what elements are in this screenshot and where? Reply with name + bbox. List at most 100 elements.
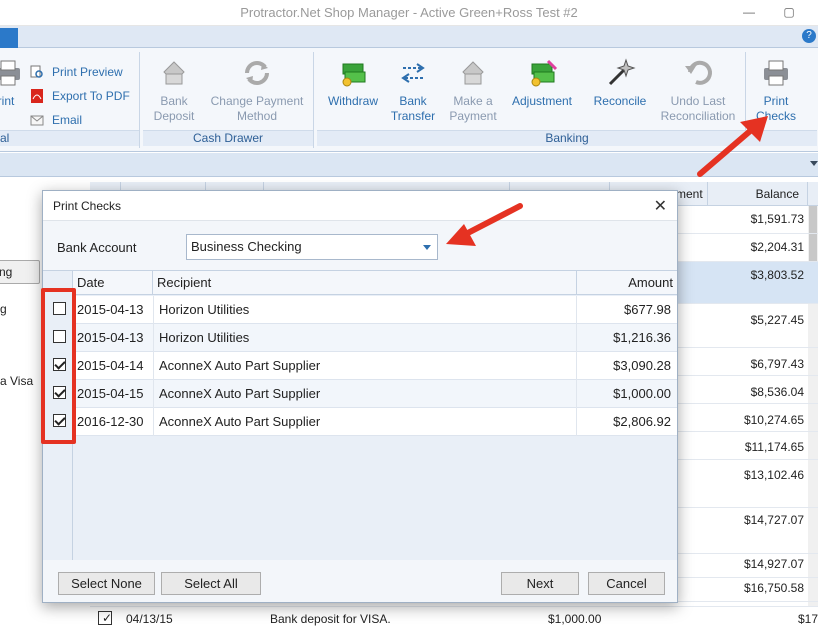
annotation-arrow-bank-account — [446, 203, 523, 246]
check-amount: $3,090.28 — [613, 358, 671, 373]
bank-deposit-label-1: Bank — [160, 94, 188, 108]
check-date: 2016-12-30 — [77, 414, 144, 429]
print-button[interactable]: rint — [0, 58, 20, 109]
bank-account-value: Business Checking — [191, 239, 302, 254]
make-payment-button[interactable]: Make a Payment — [445, 58, 501, 124]
left-pane-text-2: a Visa — [0, 374, 34, 388]
help-icon[interactable]: ? — [802, 29, 816, 43]
balance-cell: $16,750.58 — [743, 581, 804, 595]
printer-icon — [760, 58, 792, 88]
withdraw-button[interactable]: Withdraw — [323, 58, 383, 109]
print-preview-button[interactable]: Print Preview — [30, 62, 123, 82]
print-preview-label: Print Preview — [52, 65, 123, 79]
next-button[interactable]: Next — [501, 572, 579, 595]
row-date: 04/13/15 — [126, 612, 173, 626]
check-amount: $677.98 — [624, 302, 671, 317]
transfer-arrows-icon — [397, 58, 429, 88]
check-row[interactable]: 2015-04-14 AconneX Auto Part Supplier $3… — [73, 352, 677, 380]
checkmark-icon: ✓ — [102, 611, 113, 625]
balance-cell: $13,102.46 — [743, 468, 804, 482]
ribbon-group-label-general: al — [0, 130, 139, 146]
balance-cell: $2,204.31 — [750, 240, 804, 254]
minimize-icon[interactable]: — — [738, 3, 760, 21]
close-icon[interactable]: ✕ — [654, 196, 667, 216]
bank-account-label: Bank Account — [57, 240, 137, 255]
check-date: 2015-04-15 — [77, 386, 144, 401]
checks-grid-header: Date Recipient Amount — [73, 271, 677, 295]
check-date: 2015-04-14 — [77, 358, 144, 373]
column-header-date[interactable]: Date — [73, 271, 153, 295]
change-payment-method-button[interactable]: Change Payment Method — [207, 58, 307, 124]
check-recipient: AconneX Auto Part Supplier — [159, 386, 321, 401]
bank-account-select[interactable]: Business Checking — [186, 234, 438, 260]
check-row[interactable]: 2015-04-13 Horizon Utilities $677.98 — [73, 296, 677, 324]
left-pane-button[interactable]: ng — [0, 260, 40, 284]
check-amount: $2,806.92 — [613, 414, 671, 429]
withdraw-label: Withdraw — [327, 94, 378, 108]
annotation-highlight-box — [41, 288, 76, 444]
maximize-icon[interactable]: ▢ — [778, 3, 800, 21]
select-none-button[interactable]: Select None — [58, 572, 155, 595]
money-withdraw-icon — [337, 58, 369, 88]
print-checks-label-1: Print — [763, 94, 789, 108]
undo-label-1: Undo Last — [670, 94, 726, 108]
table-row[interactable]: ✓ 04/13/15 Bank deposit for VISA. $1,000… — [90, 606, 818, 630]
column-header-amount[interactable]: Amount — [577, 271, 677, 295]
chevron-down-icon[interactable] — [423, 245, 431, 250]
make-payment-label-1: Make a — [453, 94, 493, 108]
adjustment-button[interactable]: Adjustment — [507, 58, 577, 109]
bank-transfer-button[interactable]: Bank Transfer — [387, 58, 439, 124]
print-label: rint — [0, 94, 15, 108]
check-amount: $1,216.36 — [613, 330, 671, 345]
refresh-icon — [241, 58, 273, 88]
bank-transfer-label-2: Transfer — [390, 109, 436, 123]
change-payment-label-1: Change Payment — [210, 94, 304, 108]
ribbon-tab-strip: ? — [0, 26, 818, 48]
email-label: Email — [52, 113, 83, 127]
balance-cell: $8,536.04 — [750, 385, 804, 399]
check-amount: $1,000.00 — [613, 386, 671, 401]
dialog-title: Print Checks — [53, 199, 122, 213]
annotation-arrow-print-checks — [697, 116, 768, 177]
export-pdf-button[interactable]: Export To PDF — [30, 86, 130, 106]
change-payment-label-2: Method — [236, 109, 278, 123]
ribbon-group-label-cash-drawer: Cash Drawer — [143, 130, 313, 146]
balance-cell: $5,227.45 — [750, 313, 804, 327]
ribbon-group-general: rint Print Preview Export To PDF Email a… — [0, 52, 140, 148]
ribbon-tab-active[interactable] — [0, 28, 18, 48]
envelope-icon — [30, 113, 44, 127]
balance-cell: $10,274.65 — [743, 413, 804, 427]
check-row[interactable]: 2016-12-30 AconneX Auto Part Supplier $2… — [73, 408, 677, 436]
balance-cell: $14,927.07 — [743, 557, 804, 571]
grid-header-balance[interactable]: Balance — [708, 182, 808, 206]
check-recipient: Horizon Utilities — [159, 302, 250, 317]
check-recipient: AconneX Auto Part Supplier — [159, 414, 321, 429]
row-description: Bank deposit for VISA. — [270, 612, 391, 626]
reconcile-button[interactable]: Reconcile — [589, 58, 651, 109]
chevron-down-icon[interactable] — [810, 161, 818, 166]
check-recipient: AconneX Auto Part Supplier — [159, 358, 321, 373]
balance-cell: $1,591.73 — [750, 212, 804, 226]
check-date: 2015-04-13 — [77, 302, 144, 317]
select-all-button[interactable]: Select All — [161, 572, 261, 595]
bank-transfer-label-1: Bank — [399, 94, 427, 108]
check-date: 2015-04-13 — [77, 330, 144, 345]
payment-icon — [457, 58, 489, 88]
print-preview-icon — [30, 65, 44, 79]
undo-icon — [682, 58, 714, 88]
check-recipient: Horizon Utilities — [159, 330, 250, 345]
make-payment-label-2: Payment — [449, 109, 497, 123]
bank-deposit-label-2: Deposit — [153, 109, 195, 123]
pdf-icon — [30, 89, 44, 103]
checks-grid: Date Recipient Amount 2015-04-13 Horizon… — [73, 270, 677, 560]
balance-cell: $3,803.52 — [750, 268, 804, 282]
bank-deposit-button[interactable]: Bank Deposit — [149, 58, 199, 124]
column-header-recipient[interactable]: Recipient — [153, 271, 577, 295]
printer-icon — [0, 58, 24, 88]
check-row[interactable]: 2015-04-13 Horizon Utilities $1,216.36 — [73, 324, 677, 352]
deposit-icon — [158, 58, 190, 88]
check-row[interactable]: 2015-04-15 AconneX Auto Part Supplier $1… — [73, 380, 677, 408]
email-button[interactable]: Email — [30, 110, 82, 130]
title-bar: Protractor.Net Shop Manager - Active Gre… — [0, 0, 818, 26]
cancel-button[interactable]: Cancel — [588, 572, 665, 595]
